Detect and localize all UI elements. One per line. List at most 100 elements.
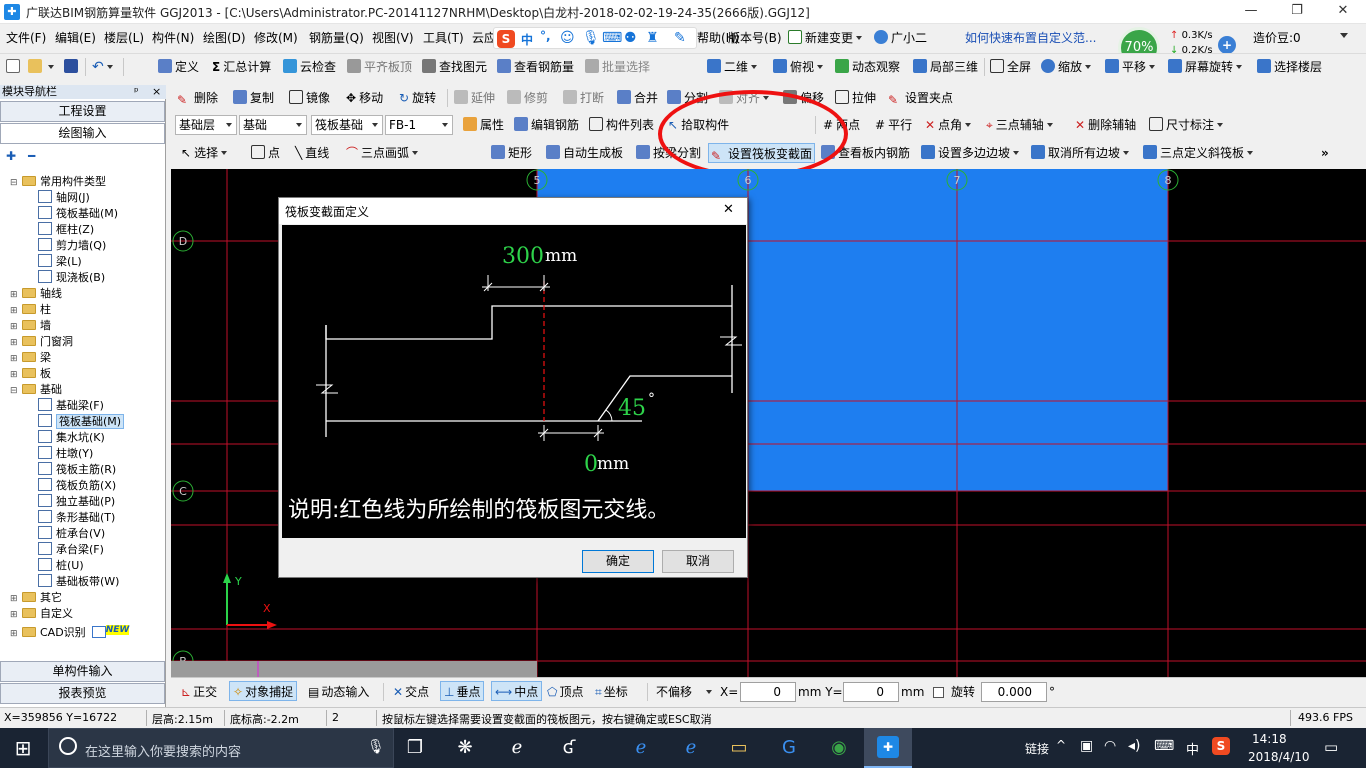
- drawing-input-button[interactable]: 绘图输入: [0, 123, 165, 144]
- tree-folder[interactable]: ⊞ 门窗洞: [10, 334, 73, 350]
- tree-folder[interactable]: ⊞ 梁: [10, 350, 51, 366]
- tree-item[interactable]: 筏板基础(M): [38, 206, 118, 222]
- tree-item[interactable]: 集水坑(K): [38, 430, 105, 446]
- panel-close-icon[interactable]: ×: [152, 85, 161, 99]
- menu-tools[interactable]: 工具(T): [423, 28, 464, 48]
- category-combo[interactable]: 筏板基础: [311, 115, 383, 135]
- file-explorer-icon[interactable]: ▭: [726, 736, 752, 760]
- help-link[interactable]: 如何快速布置自定义范...: [965, 28, 1096, 48]
- element-combo[interactable]: FB-1: [385, 115, 453, 135]
- menu-element[interactable]: 构件(N): [152, 28, 194, 48]
- project-settings-button[interactable]: 工程设置: [0, 101, 165, 122]
- view-rebar-button[interactable]: 查看钢筋量: [497, 57, 574, 77]
- arc-dropdown[interactable]: ⌒ 三点画弧: [346, 143, 419, 163]
- close-button[interactable]: ✕: [1320, 0, 1366, 24]
- extend-button[interactable]: 延伸: [454, 88, 495, 108]
- expand-all-icon[interactable]: ✚: [6, 149, 16, 163]
- expand-node-icon[interactable]: ⊞: [10, 626, 19, 642]
- tree-folder[interactable]: ⊞ 自定义: [10, 606, 73, 622]
- tree-item[interactable]: 柱墩(Y): [38, 446, 93, 462]
- vertex-toggle[interactable]: ⬠ 顶点: [547, 682, 583, 702]
- define-button[interactable]: 定义: [158, 57, 199, 77]
- dialog-ok-button[interactable]: 确定: [582, 550, 654, 573]
- report-preview-button[interactable]: 报表预览: [0, 683, 165, 704]
- flat-top-button[interactable]: 平齐板顶: [347, 57, 412, 77]
- ggj-taskbar-button[interactable]: ✚: [864, 728, 912, 768]
- taskbar-link-label[interactable]: 链接: [1025, 740, 1049, 757]
- midpoint-toggle[interactable]: ⟷ 中点: [491, 681, 543, 701]
- ime-mode[interactable]: 中: [1186, 739, 1199, 758]
- top-view-dropdown[interactable]: 俯视: [773, 57, 824, 77]
- expand-node-icon[interactable]: ⊞: [10, 319, 19, 335]
- ime-skin-icon[interactable]: ⚉: [624, 30, 637, 46]
- price-bean[interactable]: 造价豆:0: [1253, 28, 1301, 48]
- tree-folder[interactable]: ⊞ 其它: [10, 590, 62, 606]
- trim-button[interactable]: 修剪: [507, 88, 548, 108]
- select-floor-button[interactable]: 选择楼层: [1257, 57, 1322, 77]
- x-input[interactable]: 0: [740, 682, 796, 702]
- set-multi-edge-dropdown[interactable]: 设置多边边坡: [921, 143, 1020, 163]
- dynamic-input-toggle[interactable]: ▤ 动态输入: [308, 682, 369, 702]
- summary-calc-button[interactable]: Σ 汇总计算: [212, 57, 271, 77]
- mirror-button[interactable]: 镜像: [289, 88, 330, 108]
- fullscreen-button[interactable]: 全屏: [990, 57, 1031, 77]
- dialog-cancel-button[interactable]: 取消: [662, 550, 734, 573]
- move-button[interactable]: ✥ 移动: [346, 88, 383, 108]
- tree-item[interactable]: 轴网(J): [38, 190, 90, 206]
- tree-folder[interactable]: ⊞ 墙: [10, 318, 51, 334]
- green-app-icon[interactable]: ◉: [826, 736, 852, 760]
- tree-item[interactable]: 承台梁(F): [38, 542, 104, 558]
- dynamic-view-button[interactable]: 动态观察: [835, 57, 900, 77]
- menu-modify[interactable]: 修改(M): [254, 28, 298, 48]
- find-element-button[interactable]: 查找图元: [422, 57, 487, 77]
- volume-icon[interactable]: ◂): [1128, 738, 1141, 754]
- pan-dropdown[interactable]: 平移: [1105, 57, 1156, 77]
- rotate-button[interactable]: ↻ 旋转: [399, 88, 436, 108]
- menu-file[interactable]: 文件(F): [6, 28, 46, 48]
- point-angle-dropdown[interactable]: ✕ 点角: [925, 115, 972, 135]
- tree-item[interactable]: 现浇板(B): [38, 270, 105, 286]
- parallel-button[interactable]: # 平行: [875, 115, 912, 135]
- tree-item[interactable]: 条形基础(T): [38, 510, 115, 526]
- tree-item[interactable]: 剪力墙(Q): [38, 238, 106, 254]
- tray-expand-icon[interactable]: ^: [1056, 738, 1066, 752]
- spiral-app-icon[interactable]: ʛ: [556, 736, 582, 760]
- collapse-node-icon[interactable]: ⊟: [10, 175, 19, 191]
- tree-item[interactable]: 筏板基础(M): [38, 414, 125, 430]
- tree-folder[interactable]: ⊞ CAD识别 NEW: [10, 622, 130, 639]
- tree-folder[interactable]: ⊞ 板: [10, 366, 51, 382]
- expand-node-icon[interactable]: ⊞: [10, 303, 19, 319]
- rotate-checkbox[interactable]: [933, 687, 944, 698]
- tree-item[interactable]: 梁(L): [38, 254, 82, 270]
- menu-edit[interactable]: 编辑(E): [55, 28, 96, 48]
- menu-floor[interactable]: 楼层(L): [104, 28, 144, 48]
- delete-axis-button[interactable]: ✕ 删除辅轴: [1075, 115, 1136, 135]
- taskbar-search-box[interactable]: 在这里输入你要搜索的内容 🎙: [48, 728, 394, 768]
- collapse-node-icon[interactable]: ⊟: [10, 383, 19, 399]
- new-change-button[interactable]: 新建变更: [788, 28, 863, 48]
- dialog-close-button[interactable]: ✕: [723, 202, 734, 217]
- rotate-input[interactable]: 0.000: [981, 682, 1047, 702]
- network-icon[interactable]: ▣: [1080, 738, 1093, 754]
- auto-gen-button[interactable]: 自动生成板: [546, 143, 623, 163]
- clock-time[interactable]: 14:18: [1252, 732, 1287, 746]
- toolbar-overflow-icon[interactable]: »: [1321, 143, 1329, 163]
- coordinate-toggle[interactable]: ⌗ 坐标: [595, 682, 628, 702]
- speed-plus-icon[interactable]: +: [1218, 36, 1236, 54]
- edit-rebar-button[interactable]: 编辑钢筋: [514, 115, 579, 135]
- ime-voice-icon[interactable]: 🎙: [582, 30, 600, 46]
- layer-combo[interactable]: 基础层: [175, 115, 237, 135]
- ime-punct-icon[interactable]: °,: [540, 29, 551, 43]
- clock-date[interactable]: 2018/4/10: [1248, 750, 1310, 764]
- pin-icon[interactable]: ᵖ: [134, 85, 139, 99]
- intersection-toggle[interactable]: ✕ 交点: [393, 682, 429, 702]
- delete-button[interactable]: ✎ 删除: [177, 88, 218, 108]
- batch-select-button[interactable]: 批量选择: [585, 57, 650, 77]
- three-point-slope-dropdown[interactable]: 三点定义斜筏板: [1143, 143, 1254, 163]
- windows-start-icon[interactable]: ⊞: [10, 736, 36, 760]
- ime-keyboard-icon[interactable]: ⌨: [602, 30, 622, 46]
- undo-icon[interactable]: ↶: [92, 57, 113, 77]
- merge-button[interactable]: 合并: [617, 88, 658, 108]
- expand-node-icon[interactable]: ⊞: [10, 287, 19, 303]
- ime-chinese-icon[interactable]: 中: [521, 31, 533, 48]
